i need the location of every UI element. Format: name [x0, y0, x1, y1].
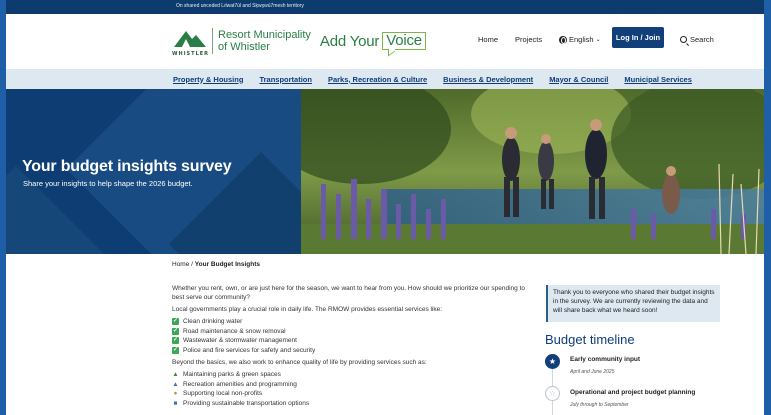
language-label: English	[569, 35, 594, 44]
beyond-intro: Beyond the basics, we also work to enhan…	[172, 359, 427, 366]
whistler-mountain-logo: WHISTLER	[172, 27, 210, 57]
bus-icon: ■	[173, 399, 178, 407]
breadcrumb-current: Your Budget Insights	[194, 261, 261, 268]
logo-divider	[212, 28, 213, 54]
survey-thank-you-note: Thank you to everyone who shared their b…	[546, 285, 720, 322]
list-item: ✓ Wastewater & stormwater management	[172, 336, 538, 346]
checkmark-icon: ✓	[172, 327, 179, 335]
list-item-label: Wastewater & stormwater management	[183, 337, 297, 345]
breadcrumb-separator: /	[191, 261, 193, 268]
municipality-name: Resort Municipality of Whistler	[218, 29, 311, 53]
list-item-label: Road maintenance & snow removal	[183, 327, 286, 335]
site-header: WHISTLER Resort Municipality of Whistler…	[6, 14, 764, 69]
add-your-voice-brand: Add Your Voice	[320, 32, 426, 50]
language-selector[interactable]: English ⌄	[559, 35, 601, 44]
brand-prefix: Add Your	[319, 32, 380, 50]
mountain-icon: ▲	[172, 380, 179, 388]
timeline-step-title: Operational and project budget planning	[570, 389, 696, 396]
category-property-housing[interactable]: Property & Housing	[173, 75, 243, 84]
search-button[interactable]: Search	[680, 35, 714, 44]
star-icon: ★	[545, 354, 560, 369]
browser-frame: On shared unceded Lılwat7úl and Sḵwx̱wú7…	[6, 0, 764, 415]
timeline-step-title: Early community input	[570, 356, 641, 363]
handshake-icon: ●	[173, 390, 178, 398]
list-item-label: Providing sustainable transportation opt…	[183, 399, 310, 407]
logo-wordmark: WHISTLER	[172, 51, 210, 57]
search-icon	[680, 36, 687, 43]
list-item: ■ Providing sustainable transportation op…	[172, 399, 538, 409]
hero-title: Your budget insights survey	[22, 158, 232, 175]
list-item: ✓ Clean drinking water	[172, 317, 538, 327]
category-parks-recreation-culture[interactable]: Parks, Recreation & Culture	[328, 75, 427, 84]
breadcrumb: Home / Your Budget Insights	[172, 261, 260, 268]
star-outline-icon: ☆	[545, 386, 560, 401]
checkmark-icon: ✓	[172, 346, 179, 354]
checkmark-icon: ✓	[172, 318, 179, 326]
nav-projects-link[interactable]: Projects	[515, 35, 542, 44]
list-item-label: Police and fire services for safety and …	[183, 346, 316, 354]
hero-subtitle: Share your insights to help shape the 20…	[23, 179, 193, 188]
municipality-name-line2: of Whistler	[218, 41, 270, 53]
main-content: Whether you rent, own, or are just here …	[172, 284, 538, 411]
essential-services-list: ✓ Clean drinking water ✓ Road maintenance …	[172, 317, 538, 355]
breadcrumb-home-link[interactable]: Home	[172, 261, 189, 268]
category-navigation: Property & Housing Transportation Parks,…	[6, 69, 764, 89]
checkmark-icon: ✓	[172, 337, 179, 345]
list-item-label: Supporting local non-profits	[183, 390, 263, 398]
list-item: ▲ Recreation amenities and programming	[172, 380, 538, 390]
tree-icon: ▲	[172, 371, 179, 379]
site-logo[interactable]: WHISTLER Resort Municipality of Whistler…	[172, 27, 426, 57]
globe-icon	[559, 35, 567, 44]
list-item: ▲ Maintaining parks & green spaces	[172, 370, 538, 380]
municipality-name-line1: Resort Municipality	[218, 29, 311, 41]
land-acknowledgement-text: On shared unceded Lılwat7úl and Sḵwx̱wú7…	[176, 3, 304, 9]
services-intro: Local governments play a crucial role in…	[172, 306, 443, 313]
timeline-step-date: July through to September	[570, 402, 629, 408]
category-transportation[interactable]: Transportation	[259, 75, 312, 84]
list-item: ✓ Road maintenance & snow removal	[172, 327, 538, 337]
budget-timeline-heading: Budget timeline	[545, 332, 635, 347]
login-join-button[interactable]: Log In / Join	[612, 27, 664, 48]
nav-home-link[interactable]: Home	[478, 35, 498, 44]
hero-banner: Your budget insights survey Share your i…	[6, 89, 764, 254]
brand-speech-bubble: Voice	[382, 32, 426, 50]
list-item-label: Maintaining parks & green spaces	[183, 371, 281, 379]
list-item-label: Clean drinking water	[183, 318, 243, 326]
land-acknowledgement-bar: On shared unceded Lılwat7úl and Sḵwx̱wú7…	[6, 0, 764, 14]
timeline-step-date: April and June 2025	[570, 369, 615, 375]
list-item: ✓ Police and fire services for safety and…	[172, 346, 538, 356]
list-item-label: Recreation amenities and programming	[183, 380, 297, 388]
category-business-development[interactable]: Business & Development	[443, 75, 533, 84]
category-municipal-services[interactable]: Municipal Services	[624, 75, 692, 84]
hero-text-panel: Your budget insights survey Share your i…	[6, 89, 301, 254]
intro-paragraph: Whether you rent, own, or are just here …	[172, 285, 525, 301]
search-label: Search	[690, 35, 714, 44]
hero-photo-lakeside-walkers	[301, 89, 764, 254]
list-item: ● Supporting local non-profits	[172, 389, 538, 399]
quality-of-life-list: ▲ Maintaining parks & green spaces ▲ Recre…	[172, 370, 538, 408]
category-mayor-council[interactable]: Mayor & Council	[549, 75, 608, 84]
chevron-down-icon: ⌄	[595, 37, 601, 43]
